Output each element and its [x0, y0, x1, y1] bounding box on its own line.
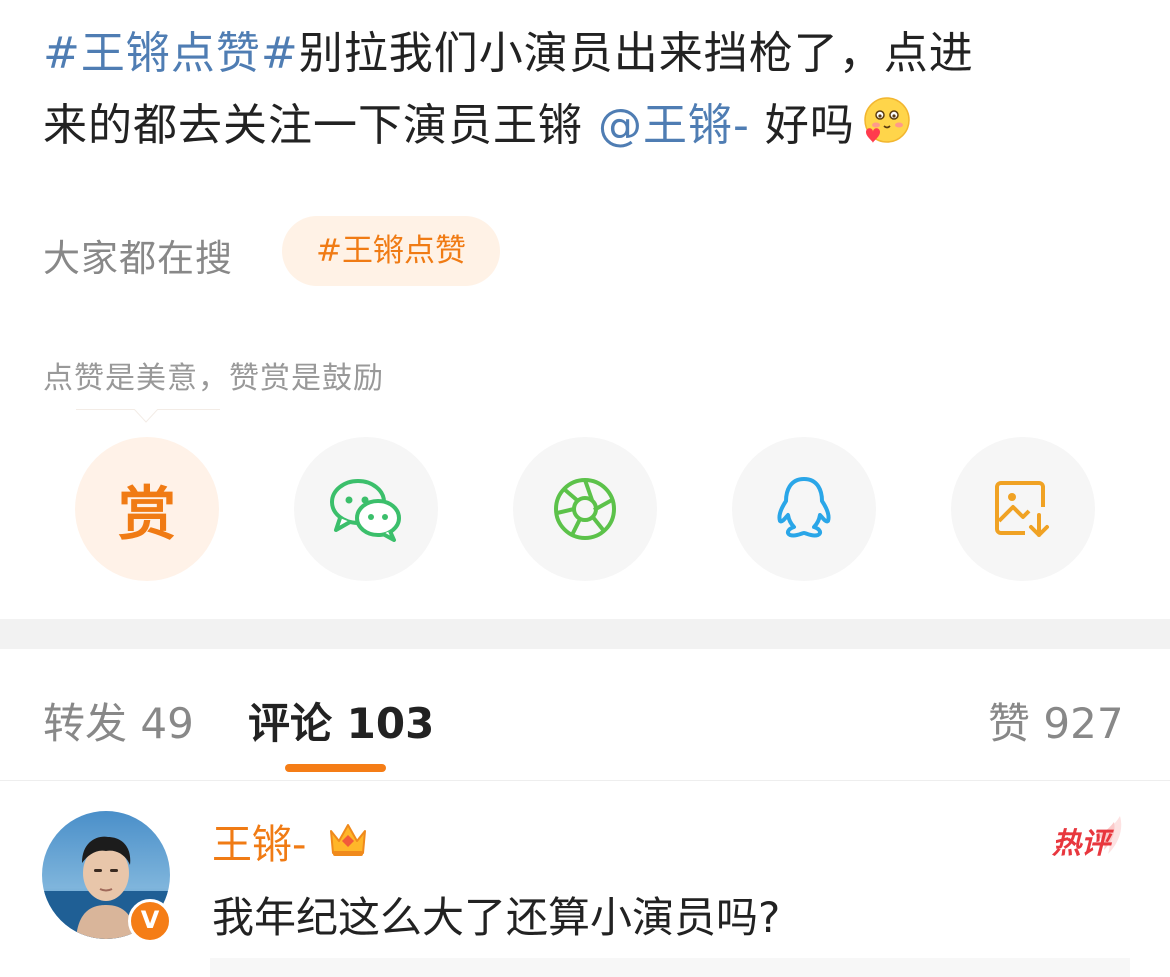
reward-button[interactable]: 赏: [75, 437, 219, 581]
comment-text: 我年纪这么大了还算小演员吗?: [212, 893, 781, 942]
tab-comments-label: 评论: [248, 699, 333, 748]
hot-comment-badge: 热评: [1052, 826, 1111, 860]
tabs-divider: [0, 780, 1170, 781]
hashtag-link[interactable]: #王锵点赞#: [43, 28, 299, 79]
section-divider: [0, 619, 1170, 649]
save-image-icon: [995, 481, 1049, 537]
tab-likes-count: 927: [1043, 699, 1124, 748]
share-wechat-button[interactable]: [294, 437, 438, 581]
share-moments-button[interactable]: [513, 437, 657, 581]
trending-search-label: 大家都在搜: [43, 237, 233, 280]
post-text: #王锵点赞#别拉我们小演员出来挡枪了，点进 来的都去关注一下演员王锵 @王锵- …: [43, 18, 1133, 162]
comment-author-name[interactable]: 王锵-: [212, 812, 306, 870]
tab-likes-label: 赞: [988, 699, 1031, 748]
post-line-1: #王锵点赞#别拉我们小演员出来挡枪了，点进: [43, 18, 1133, 90]
tab-comments-count: 103: [346, 699, 435, 748]
blushing-heart-emoji-icon: [864, 97, 910, 143]
verified-badge: V: [128, 899, 172, 943]
moments-icon: [554, 478, 616, 540]
wechat-icon: [330, 479, 401, 542]
post-line-1-text: 别拉我们小演员出来挡枪了，点进: [298, 28, 974, 79]
post-line-2-tail: 好吗: [764, 100, 855, 151]
save-image-button[interactable]: [951, 437, 1095, 581]
tab-repost-count: 49: [140, 699, 194, 748]
tab-comments[interactable]: 评论 103: [248, 690, 434, 751]
reward-caption: 点赞是美意，赞赏是鼓励: [43, 361, 384, 396]
post-line-2: 来的都去关注一下演员王锵 @王锵- 好吗: [43, 90, 1133, 162]
active-tab-indicator: [285, 764, 386, 772]
weibo-post-page: #王锵点赞#别拉我们小演员出来挡枪了，点进 来的都去关注一下演员王锵 @王锵- …: [0, 0, 1170, 977]
tab-repost[interactable]: 转发 49: [43, 690, 194, 751]
share-qq-button[interactable]: [732, 437, 876, 581]
post-line-2-text: 来的都去关注一下演员王锵: [43, 100, 583, 151]
reward-button-label: 赏: [117, 480, 176, 548]
reply-preview-box[interactable]: [210, 958, 1130, 977]
trending-topic-pill[interactable]: #王锵点赞: [282, 216, 500, 286]
qq-icon: [777, 477, 831, 538]
crown-icon: [330, 824, 366, 856]
caption-pointer-icon: [134, 409, 158, 423]
tab-likes[interactable]: 赞 927: [988, 690, 1124, 751]
mention-link[interactable]: @王锵-: [598, 100, 750, 151]
tab-repost-label: 转发: [43, 699, 128, 748]
